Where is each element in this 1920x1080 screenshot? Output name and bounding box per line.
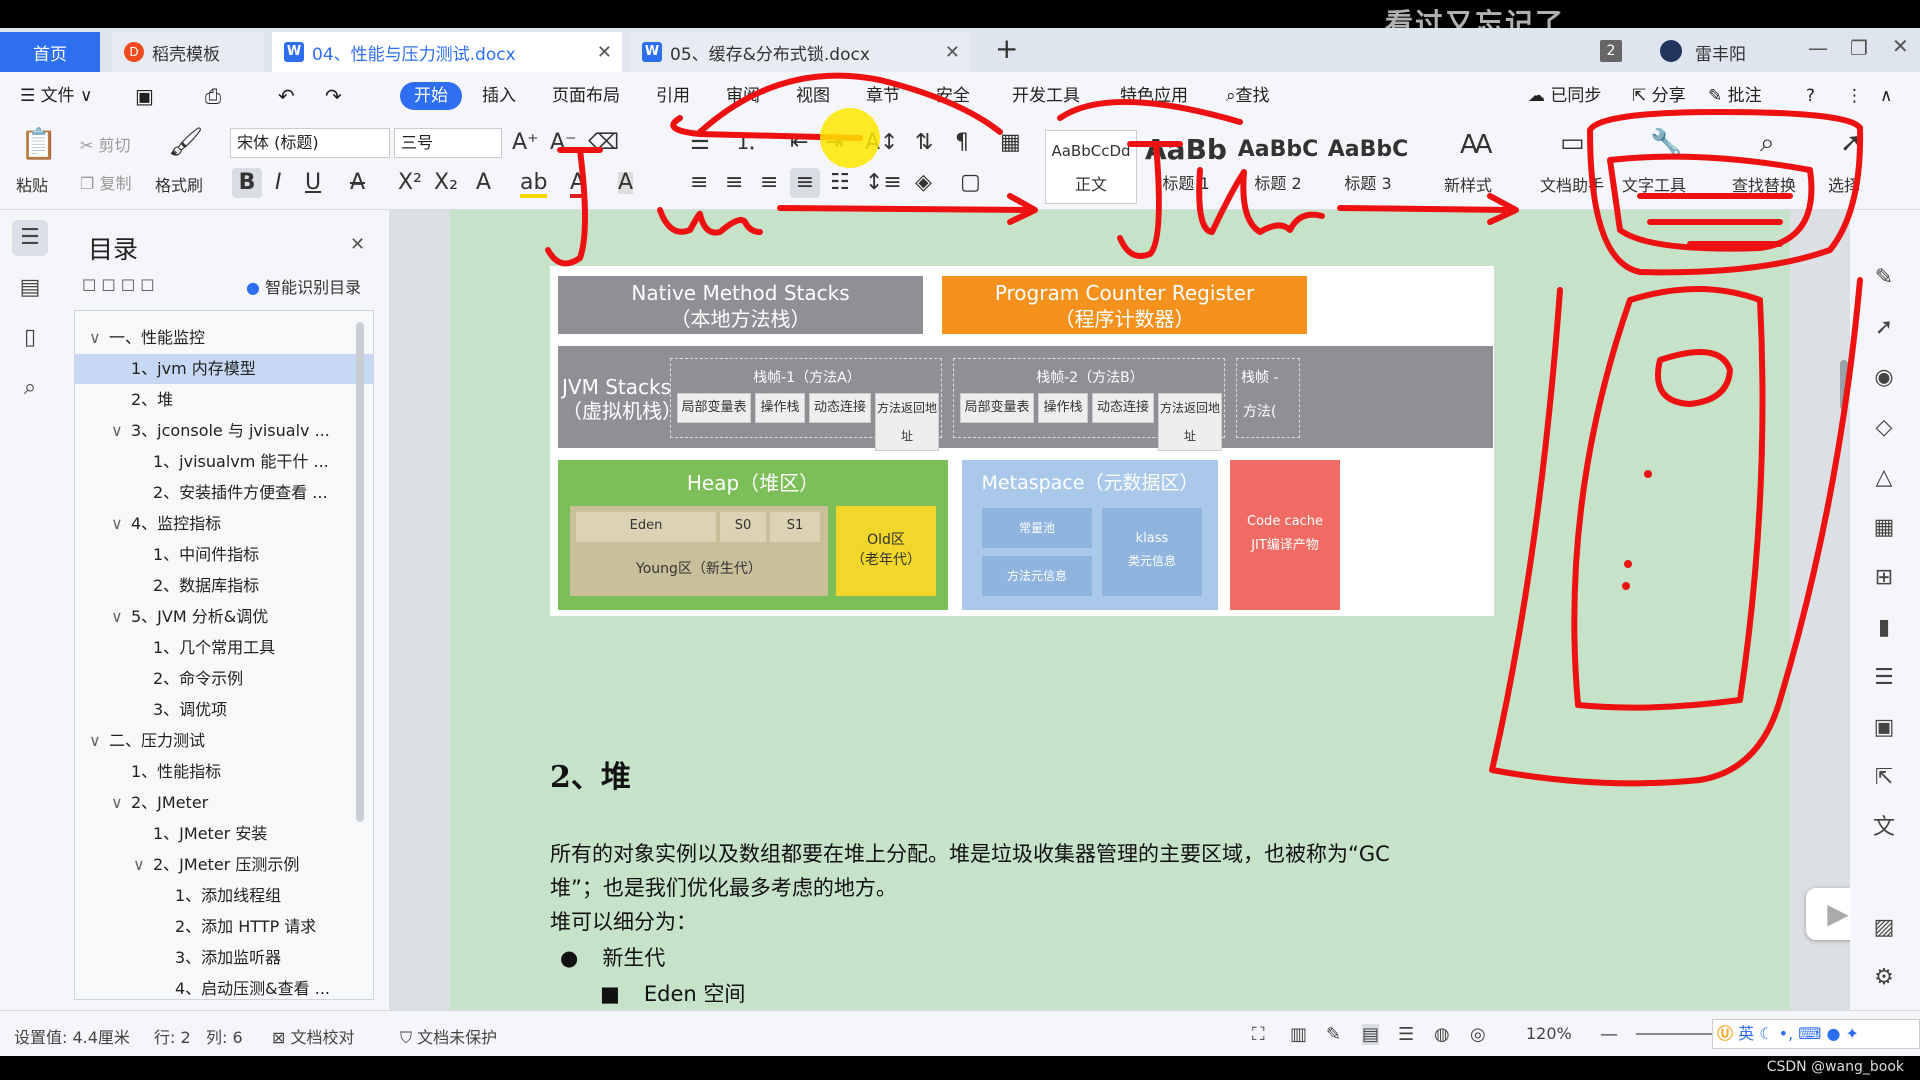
ink-arc-top-2: [1057, 99, 1243, 125]
ink-arrow-1: [777, 193, 1038, 225]
ink-dot-2: [1624, 560, 1632, 568]
ink-tall-box: [1571, 286, 1766, 711]
ink-arrow-2: [1337, 193, 1519, 225]
ink-box-inner: [1607, 153, 1815, 252]
ink-lines: [1637, 193, 1793, 247]
cursor-highlight: [820, 108, 880, 168]
ink-letter-j1-rest: [657, 207, 763, 236]
ink-letter-j2: [1117, 141, 1183, 259]
ink-circle: [1655, 349, 1733, 407]
ink-letter-j2-rest: [1196, 167, 1325, 235]
ink-dot-1: [1644, 470, 1652, 478]
ink-letter-j1: [545, 147, 603, 267]
ink-dot-3: [1622, 582, 1630, 590]
red-ink-annotations: [545, 72, 1864, 787]
wps-writer-window: 看过又忘记了 首页 D 稻壳模板 W 04、性能与压力测试.docx ✕ W 05、缓存…: [0, 0, 1920, 1080]
